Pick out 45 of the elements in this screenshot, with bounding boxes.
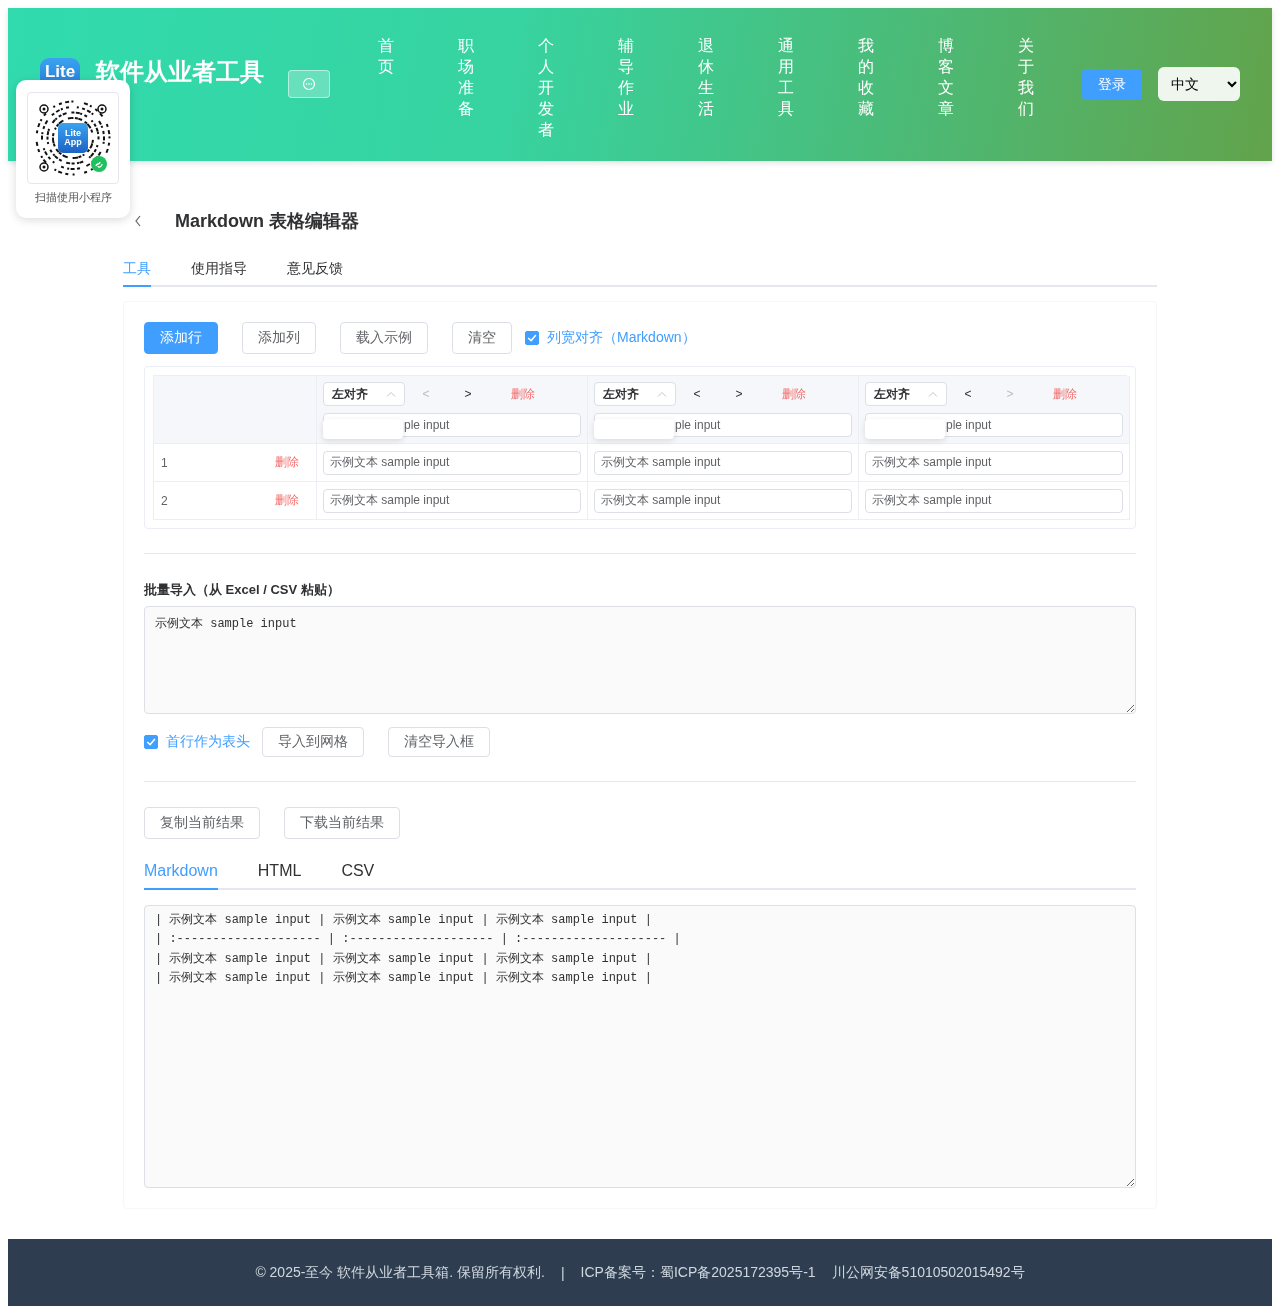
cell-input[interactable]: 示例文本 sample input: [323, 488, 581, 513]
cell-input[interactable]: 示例文本 sample input: [323, 450, 581, 475]
align-select[interactable]: 左对齐: [323, 382, 405, 406]
chat-button[interactable]: [288, 70, 330, 98]
chat-icon: [302, 77, 316, 91]
cell-input[interactable]: 示例文本 sample input: [594, 450, 852, 475]
checkbox[interactable]: [144, 735, 158, 749]
icp-link[interactable]: ICP备案号：蜀ICP备2025172395号-1: [580, 1263, 816, 1282]
row-number: 1: [160, 455, 169, 470]
tab[interactable]: 意见反馈: [287, 250, 343, 287]
cell-input[interactable]: 示例文本 sample input: [594, 488, 852, 513]
check-icon: [526, 332, 538, 344]
language-select[interactable]: 中文: [1158, 67, 1240, 101]
move-right-button[interactable]: >: [718, 387, 760, 401]
row-number: 2: [160, 493, 169, 508]
move-left-button[interactable]: <: [947, 387, 989, 401]
checkbox[interactable]: [525, 331, 539, 345]
format-tab[interactable]: HTML: [257, 855, 302, 890]
cell-input[interactable]: 示例文本 sample input: [865, 450, 1123, 475]
link-icon: [91, 156, 107, 172]
toolbar-button[interactable]: 载入示例: [340, 322, 428, 354]
page-title: Markdown 表格编辑器: [175, 210, 359, 233]
import-button[interactable]: 导入到网格: [262, 727, 364, 757]
qr-caption: 扫描使用小程序: [34, 190, 112, 205]
format-tab[interactable]: CSV: [341, 855, 375, 890]
output-textarea[interactable]: | 示例文本 sample input | 示例文本 sample input | 示例文本 sample input | | :-------------------- | :-------------------- | :-------------------- | | 示例文本 sample input | 示例文本 sample input | 示例文本 sample input | | 示例文本 sample input | 示例文本 sample input | 示例文本 sample input |: [144, 905, 1136, 1188]
police-link[interactable]: 川公网安备51010502015492号: [831, 1263, 1025, 1282]
section-label: 批量导入（从 Excel / CSV 粘贴）: [144, 581, 341, 599]
back-icon[interactable]: [134, 215, 142, 227]
copyright-text: © 2025-至今 软件从业者工具箱. 保留所有权利.: [255, 1263, 545, 1282]
check-icon: [145, 736, 157, 748]
move-left-button[interactable]: <: [676, 387, 718, 401]
separator: |: [560, 1264, 565, 1281]
import-button[interactable]: 清空导入框: [388, 727, 490, 757]
app-logo: Lite App: [58, 123, 88, 153]
toolbar-button[interactable]: 清空: [452, 322, 512, 354]
align-select[interactable]: 左对齐: [594, 382, 676, 406]
tab[interactable]: 使用指导: [191, 250, 247, 287]
move-right-button[interactable]: >: [447, 387, 489, 401]
cell-input[interactable]: 示例文本 sample input: [865, 488, 1123, 513]
toolbar-button[interactable]: 添加列: [242, 322, 316, 354]
align-select[interactable]: 左对齐: [865, 382, 947, 406]
result-button[interactable]: 复制当前结果: [144, 807, 260, 839]
import-textarea[interactable]: 示例文本 sample input: [144, 606, 1136, 714]
result-button[interactable]: 下载当前结果: [284, 807, 400, 839]
